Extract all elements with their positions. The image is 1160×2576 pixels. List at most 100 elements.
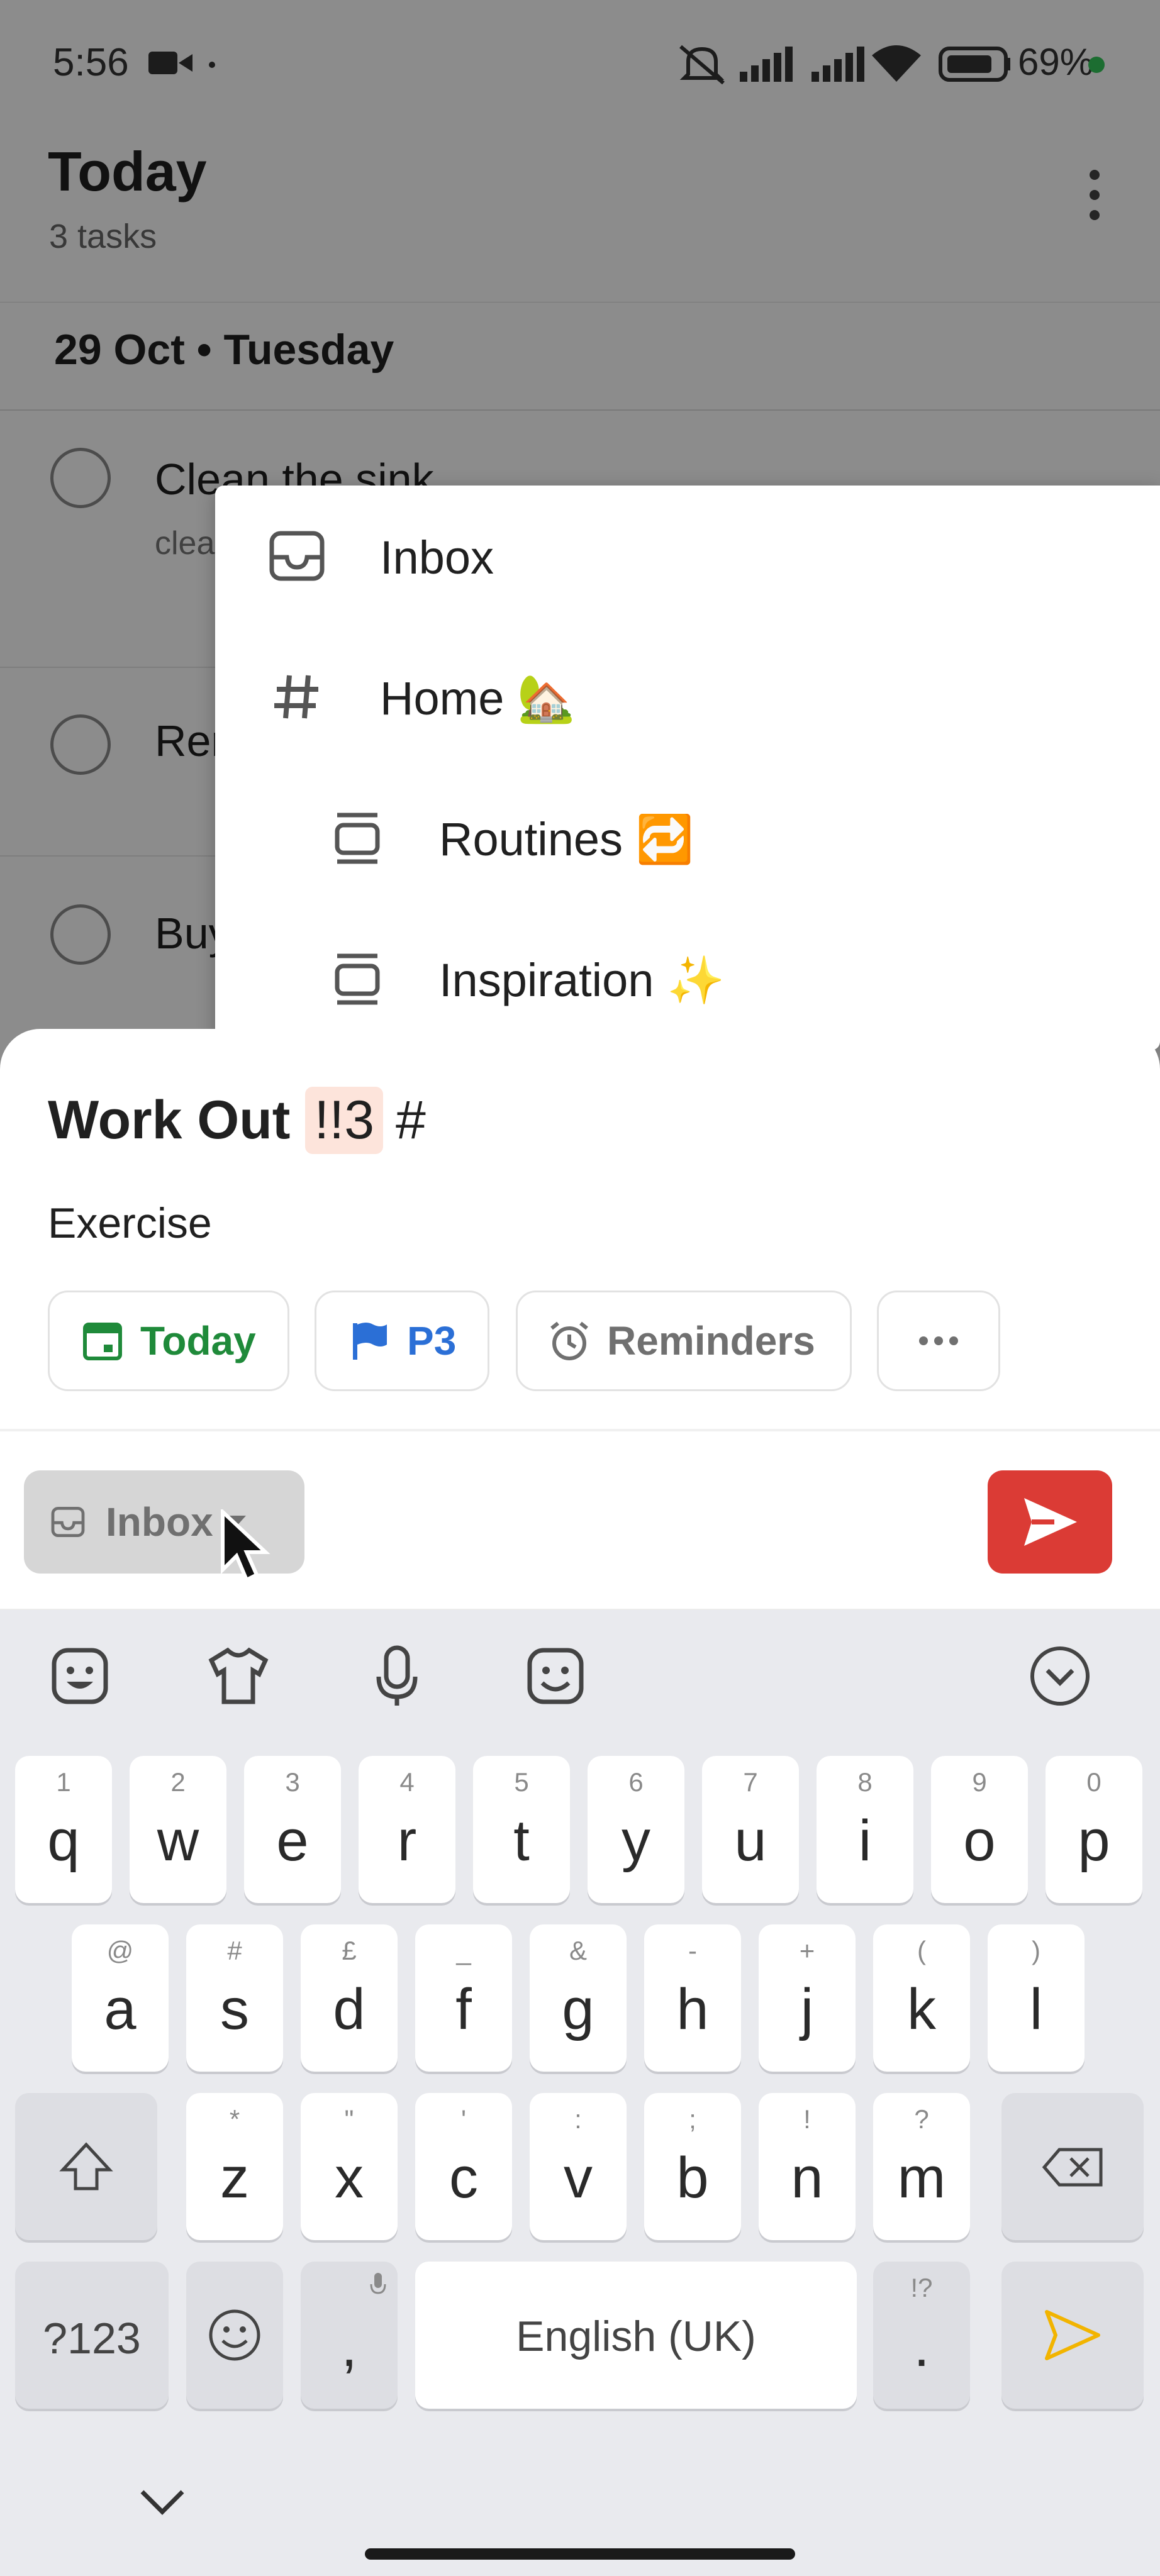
calendar-icon	[81, 1319, 124, 1362]
key-d[interactable]: £ d	[301, 1924, 398, 2072]
project-selector-label: Inbox	[106, 1499, 213, 1545]
key-m[interactable]: ? m	[873, 2093, 970, 2240]
collapse-keyboard-icon[interactable]	[1025, 1641, 1095, 1711]
key-y[interactable]: 6y	[588, 1756, 684, 1903]
key-k[interactable]: (k	[873, 1924, 970, 2072]
period-key[interactable]: !? .	[873, 2262, 970, 2409]
key-hint: 7	[743, 1767, 758, 1797]
key-hint: £	[342, 1936, 357, 1965]
key-w[interactable]: 2w	[130, 1756, 226, 1903]
enter-key[interactable]	[1001, 2262, 1144, 2409]
send-button[interactable]	[988, 1470, 1112, 1574]
key-g[interactable]: & g	[530, 1924, 627, 2072]
key-j[interactable]: + j	[759, 1924, 856, 2072]
dropdown-item-home[interactable]: Home 🏡	[215, 626, 1160, 767]
key-q[interactable]: 1q	[15, 1756, 112, 1903]
emoji-key[interactable]	[186, 2262, 283, 2409]
key-label: d	[333, 1977, 365, 2041]
microphone-icon[interactable]	[362, 1641, 432, 1711]
key-h[interactable]: -h	[644, 1924, 741, 2072]
key-x[interactable]: " x	[301, 2093, 398, 2240]
dropdown-item-label: Inbox	[380, 531, 494, 584]
key-hint: _	[456, 1936, 471, 1965]
dropdown-item-label: Home 🏡	[380, 672, 576, 724]
hide-keyboard-icon[interactable]	[137, 2483, 187, 2521]
key-v[interactable]: :v	[530, 2093, 627, 2240]
key-i[interactable]: 8i	[817, 1756, 913, 1903]
task-name-text: Work Out	[48, 1090, 291, 1150]
key-s[interactable]: # s	[186, 1924, 283, 2072]
key-label: o	[963, 1809, 996, 1873]
dropdown-item-inspiration[interactable]: Inspiration ✨	[215, 908, 1160, 1049]
due-date-chip[interactable]: Today	[48, 1291, 289, 1391]
dropdown-item-inbox[interactable]: Inbox	[215, 486, 1160, 626]
key-r[interactable]: 4r	[359, 1756, 455, 1903]
backspace-key[interactable]	[1001, 2093, 1144, 2240]
more-options-chip[interactable]	[877, 1291, 1000, 1391]
key-label: w	[157, 1809, 199, 1873]
key-label: l	[1029, 1977, 1043, 2041]
key-hint: )	[1032, 1936, 1040, 1965]
priority-chip[interactable]: P3	[315, 1291, 489, 1391]
key-p[interactable]: 0p	[1046, 1756, 1142, 1903]
task-name-input[interactable]: Work Out !!3 #	[48, 1087, 426, 1154]
key-u[interactable]: 7u	[702, 1756, 799, 1903]
key-label: x	[335, 2146, 364, 2210]
key-f[interactable]: _ f	[415, 1924, 512, 2072]
key-label: f	[455, 1977, 472, 2041]
symbols-key[interactable]: ?123	[15, 2262, 169, 2409]
sticker-icon[interactable]	[45, 1641, 114, 1711]
key-hint: "	[344, 2104, 354, 2134]
gesture-nav-bar[interactable]	[365, 2548, 795, 2560]
key-label: y	[622, 1809, 650, 1873]
key-hint: :	[574, 2104, 582, 2134]
key-e[interactable]: 3e	[244, 1756, 341, 1903]
key-hint: 6	[628, 1767, 644, 1797]
key-t[interactable]: 5t	[473, 1756, 570, 1903]
shift-icon	[59, 2142, 113, 2191]
inbox-icon	[265, 525, 328, 587]
hash-token: #	[396, 1090, 426, 1150]
comma-key[interactable]: ,	[301, 2262, 398, 2409]
key-label: p	[1078, 1809, 1110, 1873]
space-key[interactable]: English (UK)	[415, 2262, 857, 2409]
key-hint: 3	[285, 1767, 300, 1797]
key-hint: &	[569, 1936, 587, 1965]
shift-key[interactable]	[15, 2093, 157, 2240]
key-label: k	[907, 1977, 936, 2041]
key-label: s	[220, 1977, 249, 2041]
key-b[interactable]: ; b	[644, 2093, 741, 2240]
key-hint: ;	[689, 2104, 696, 2134]
theme-icon[interactable]	[204, 1641, 273, 1711]
key-c[interactable]: ' c	[415, 2093, 512, 2240]
task-description-input[interactable]: Exercise	[48, 1199, 212, 1248]
key-z[interactable]: * z	[186, 2093, 283, 2240]
key-label: ?123	[43, 2314, 141, 2363]
key-hint: @	[106, 1936, 134, 1965]
more-icon	[918, 1336, 959, 1346]
key-a[interactable]: @ a	[72, 1924, 169, 2072]
dropdown-item-routines[interactable]: Routines 🔁	[215, 767, 1160, 908]
key-hint: 9	[972, 1767, 987, 1797]
key-label: a	[104, 1977, 137, 2041]
key-label: j	[800, 1977, 814, 2041]
key-hint: 2	[170, 1767, 186, 1797]
priority-token: !!3	[305, 1087, 384, 1154]
hash-icon	[265, 665, 328, 728]
flag-icon	[348, 1319, 391, 1362]
emoji-icon[interactable]	[521, 1641, 590, 1711]
key-hint: 8	[857, 1767, 873, 1797]
key-n[interactable]: ! n	[759, 2093, 856, 2240]
chip-label: Today	[140, 1318, 256, 1363]
chip-label: P3	[407, 1318, 457, 1363]
key-hint: *	[229, 2104, 240, 2134]
soft-keyboard: 1q 2w 3e 4r 5t 6y 7u 8i 9o 0p @ a # s £ d _…	[0, 1610, 1160, 2576]
key-label: g	[562, 1977, 594, 2041]
key-l[interactable]: ) l	[988, 1924, 1085, 2072]
key-label: i	[858, 1809, 872, 1873]
reminders-chip[interactable]: Reminders	[516, 1291, 852, 1391]
key-label: m	[897, 2146, 946, 2210]
key-label: r	[397, 1809, 417, 1873]
project-dropdown: Inbox Home 🏡 Routines 🔁 Inspiration ✨	[215, 486, 1160, 1050]
key-o[interactable]: 9o	[931, 1756, 1028, 1903]
